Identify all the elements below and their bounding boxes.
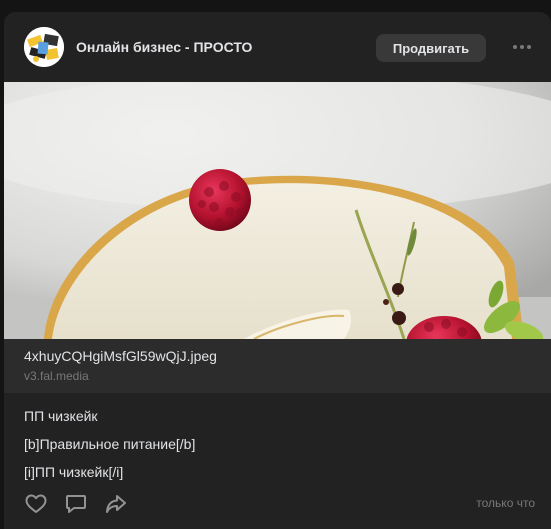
post-timestamp: только что (476, 496, 535, 510)
post-text-line: [i]ПП чизкейк[/i] (24, 464, 124, 480)
comment-icon[interactable] (64, 492, 88, 516)
link-domain: v3.fal.media (24, 369, 89, 383)
cheesecake-image (4, 82, 551, 339)
more-icon[interactable] (510, 39, 534, 55)
community-logo (24, 27, 64, 67)
more-dot (527, 45, 531, 49)
promote-button[interactable]: Продвигать (376, 34, 486, 62)
community-avatar[interactable] (24, 27, 64, 67)
post-photo[interactable] (4, 82, 551, 339)
link-attachment[interactable]: 4xhuyCQHgiMsfGl59wQjJ.jpeg v3.fal.media (4, 339, 551, 393)
post-actions: только что (4, 488, 551, 520)
heart-icon[interactable] (24, 492, 48, 516)
post-text: ПП чизкейк [b]Правильное питание[/b] [i]… (24, 406, 524, 490)
post-header: Онлайн бизнес - ПРОСТО Продвигать (4, 12, 551, 82)
post-card: Онлайн бизнес - ПРОСТО Продвигать 4xhuyC… (4, 12, 551, 529)
more-dot (520, 45, 524, 49)
post-text-line: [b]Правильное питание[/b] (24, 436, 196, 452)
post-text-line: ПП чизкейк (24, 408, 98, 424)
more-dot (513, 45, 517, 49)
share-icon[interactable] (104, 492, 128, 516)
community-name[interactable]: Онлайн бизнес - ПРОСТО (76, 39, 252, 55)
link-title[interactable]: 4xhuyCQHgiMsfGl59wQjJ.jpeg (24, 348, 217, 364)
